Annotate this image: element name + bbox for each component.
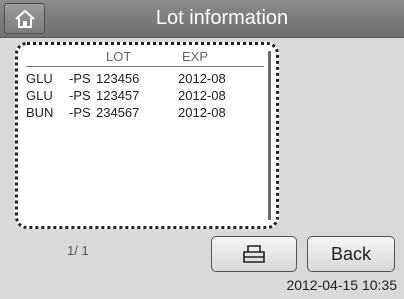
item-cell: BUN: [26, 105, 54, 120]
lot-cell: 234567: [96, 105, 140, 120]
column-header-lot: LOT: [106, 49, 132, 64]
lot-list-panel: LOT EXP GLU -PS 123456 2012-08 GLU -PS 1…: [15, 42, 279, 229]
back-button[interactable]: Back: [307, 236, 395, 272]
type-cell: -PS: [69, 71, 91, 86]
exp-cell: 2012-08: [178, 88, 226, 103]
page-title: Lot information: [155, 7, 289, 29]
table-row[interactable]: GLU -PS 123456 2012-08: [18, 71, 258, 88]
print-button[interactable]: [211, 236, 297, 272]
printer-icon: [243, 245, 265, 263]
lot-cell: 123457: [96, 88, 140, 103]
header-divider: [26, 66, 264, 67]
title-bar: Lot information: [0, 0, 404, 38]
page-indicator: 1/ 1: [67, 243, 89, 258]
item-cell: GLU: [26, 71, 53, 86]
item-cell: GLU: [26, 88, 53, 103]
type-cell: -PS: [69, 105, 91, 120]
table-row[interactable]: GLU -PS 123457 2012-08: [18, 88, 258, 105]
column-header-exp: EXP: [182, 49, 209, 64]
home-button[interactable]: [4, 3, 45, 34]
table-row[interactable]: BUN -PS 234567 2012-08: [18, 105, 258, 122]
status-datetime: 2012-04-15 10:35: [286, 277, 397, 293]
scrollbar[interactable]: [268, 51, 271, 220]
type-cell: -PS: [69, 88, 91, 103]
lot-cell: 123456: [96, 71, 140, 86]
exp-cell: 2012-08: [178, 71, 226, 86]
exp-cell: 2012-08: [178, 105, 226, 120]
home-icon: [14, 9, 35, 28]
